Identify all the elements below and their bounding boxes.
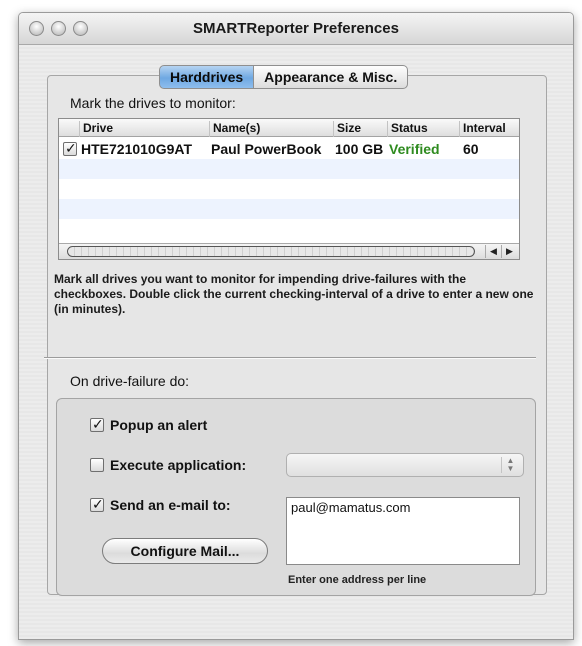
- section-divider: [44, 357, 536, 358]
- popup-alert-option[interactable]: Popup an alert: [90, 416, 208, 433]
- tab-appearance-misc[interactable]: Appearance & Misc.: [254, 65, 409, 89]
- drives-table: Drive Name(s) Size Status Interval HTE72…: [58, 118, 520, 260]
- drives-heading: Mark the drives to monitor:: [70, 95, 236, 111]
- title-bar: SMARTReporter Preferences: [19, 13, 573, 45]
- drives-help-text: Mark all drives you want to monitor for …: [54, 272, 534, 316]
- table-row[interactable]: HTE721010G9AT Paul PowerBook 100 GB Veri…: [59, 139, 519, 159]
- drive-name: Paul PowerBook: [211, 141, 322, 157]
- execute-application-option[interactable]: Execute application:: [90, 457, 246, 473]
- column-header-interval[interactable]: Interval: [459, 121, 519, 137]
- drive-interval[interactable]: 60: [463, 141, 479, 157]
- table-row-empty: [59, 179, 519, 199]
- application-popup[interactable]: ▲ ▼: [286, 453, 524, 477]
- scrollbar-thumb[interactable]: [67, 246, 475, 257]
- column-header-size[interactable]: Size: [333, 121, 385, 137]
- tab-bar: Harddrives Appearance & Misc.: [159, 65, 409, 89]
- send-email-checkbox[interactable]: [90, 496, 104, 513]
- drive-monitor-checkbox[interactable]: [63, 140, 77, 157]
- drive-id: HTE721010G9AT: [81, 141, 193, 157]
- table-row-empty: [59, 199, 519, 219]
- send-email-label: Send an e-mail to:: [110, 497, 231, 513]
- horizontal-scrollbar[interactable]: ◀ ▶: [59, 243, 519, 259]
- send-email-option[interactable]: Send an e-mail to:: [90, 496, 231, 513]
- drive-size: 100 GB: [335, 141, 384, 157]
- execute-application-label: Execute application:: [110, 457, 247, 473]
- popup-arrows-icon: ▲ ▼: [501, 457, 519, 473]
- column-header-status[interactable]: Status: [387, 121, 457, 137]
- email-addresses-field[interactable]: paul@mamatus.com: [286, 497, 520, 565]
- column-header-drive[interactable]: Drive: [79, 121, 189, 137]
- window-title: SMARTReporter Preferences: [193, 20, 399, 37]
- table-header: Drive Name(s) Size Status Interval: [59, 119, 519, 137]
- configure-mail-button[interactable]: Configure Mail...: [102, 538, 268, 564]
- email-hint: Enter one address per line: [288, 574, 427, 586]
- popup-alert-checkbox[interactable]: [90, 416, 104, 433]
- scroll-right-arrow-icon[interactable]: ▶: [501, 245, 517, 258]
- tab-harddrives[interactable]: Harddrives: [159, 65, 255, 89]
- table-row-empty: [59, 159, 519, 179]
- column-header-names[interactable]: Name(s): [209, 121, 329, 137]
- execute-application-checkbox[interactable]: [90, 458, 104, 472]
- table-row-empty: [59, 219, 519, 239]
- popup-alert-label: Popup an alert: [110, 417, 208, 433]
- scroll-left-arrow-icon[interactable]: ◀: [485, 245, 501, 258]
- failure-heading: On drive-failure do:: [70, 373, 190, 389]
- drive-status: Verified: [389, 141, 440, 157]
